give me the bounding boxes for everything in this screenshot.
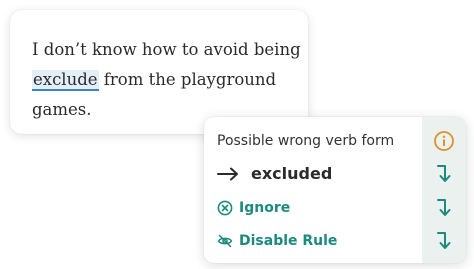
disable-rule-row[interactable]: Disable Rule <box>204 224 466 257</box>
suggestion-title: Possible wrong verb form <box>217 133 394 149</box>
suggestion-replacement: excluded <box>251 164 333 183</box>
close-circle-icon <box>217 200 233 215</box>
suggestion-header: Possible wrong verb form <box>204 124 466 157</box>
apply-suggestion-icon[interactable] <box>432 162 456 186</box>
apply-disable-icon[interactable] <box>432 229 456 253</box>
suggestion-row[interactable]: excluded <box>204 157 466 190</box>
eye-off-icon <box>217 234 233 247</box>
apply-ignore-icon[interactable] <box>432 196 456 220</box>
text-editor-card: I don’t know how to avoid being exclude … <box>10 10 308 134</box>
ignore-row[interactable]: Ignore <box>204 191 466 224</box>
disable-rule-button[interactable]: Disable Rule <box>217 233 337 249</box>
suggestion-title-text: Possible wrong verb form <box>217 132 395 149</box>
suggestion-option[interactable]: excluded <box>217 164 332 183</box>
ignore-button[interactable]: Ignore <box>217 200 290 216</box>
suggestion-popover: Possible wrong verb form excluded Ignore… <box>204 117 466 263</box>
editor-text[interactable]: I don’t know how to avoid being exclude … <box>32 35 302 125</box>
ignore-label: Ignore <box>239 199 291 216</box>
text-line-2-rest: from the playground <box>98 70 277 89</box>
text-line-1: I don’t know how to avoid being <box>32 40 301 59</box>
text-line-2: exclude from the playground <box>32 65 302 95</box>
arrow-right-icon <box>217 167 238 180</box>
info-icon[interactable] <box>432 129 456 153</box>
disable-rule-label: Disable Rule <box>239 232 338 249</box>
flagged-word[interactable]: exclude <box>32 70 99 91</box>
